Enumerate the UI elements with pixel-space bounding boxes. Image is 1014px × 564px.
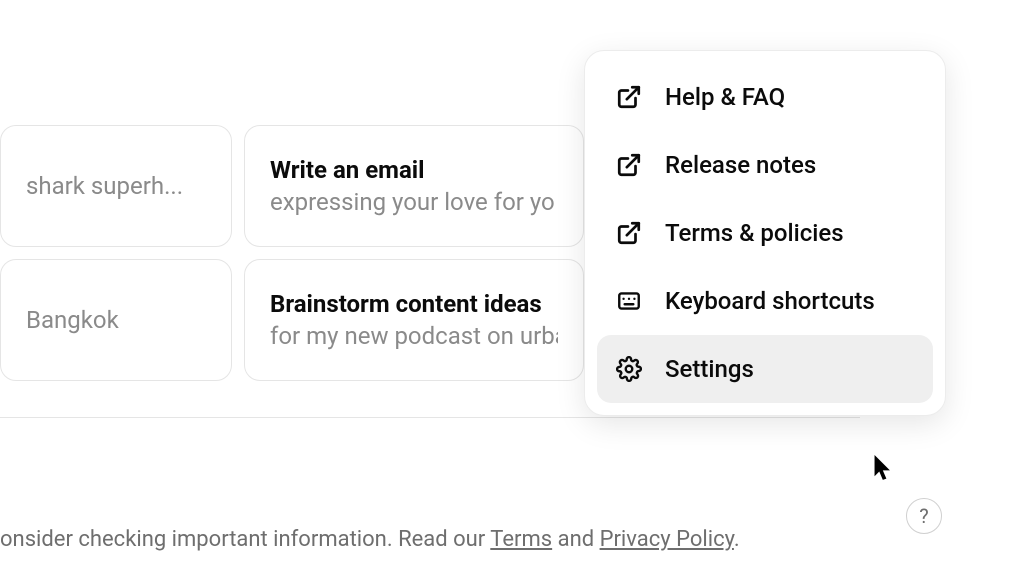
suggestion-title: Write an email [270,156,558,184]
footer-text: onsider checking important information. … [0,527,740,552]
cursor-icon [874,455,894,485]
privacy-policy-link[interactable]: Privacy Policy [600,527,734,552]
menu-item-help-faq[interactable]: Help & FAQ [597,63,933,131]
help-menu: Help & FAQ Release notes Terms & policie… [584,50,946,416]
menu-item-label: Help & FAQ [665,83,785,111]
suggestion-subtitle: expressing your love for yo [270,188,558,216]
suggestion-card[interactable]: Write an email expressing your love for … [244,125,584,247]
help-button-label: ? [919,504,928,528]
menu-item-release-notes[interactable]: Release notes [597,131,933,199]
terms-link[interactable]: Terms [490,527,552,552]
suggestion-card[interactable]: Bangkok [0,259,232,381]
gear-icon [615,355,643,383]
menu-item-settings[interactable]: Settings [597,335,933,403]
external-link-icon [615,83,643,111]
suggestion-card[interactable]: Brainstorm content ideas for my new podc… [244,259,584,381]
menu-item-label: Terms & policies [665,219,844,247]
menu-item-label: Keyboard shortcuts [665,287,875,315]
suggestion-subtitle: shark superh... [26,172,206,200]
external-link-icon [615,219,643,247]
menu-item-keyboard-shortcuts[interactable]: Keyboard shortcuts [597,267,933,335]
menu-item-label: Release notes [665,151,816,179]
suggestion-subtitle: for my new podcast on urba [270,322,558,350]
menu-item-terms-policies[interactable]: Terms & policies [597,199,933,267]
keyboard-icon [615,287,643,315]
suggestion-grid: shark superh... Write an email expressin… [0,125,584,381]
suggestion-title: Brainstorm content ideas [270,290,558,318]
suggestion-subtitle: Bangkok [26,306,206,334]
divider [0,417,860,418]
menu-item-label: Settings [665,355,754,383]
suggestion-card[interactable]: shark superh... [0,125,232,247]
help-button[interactable]: ? [906,498,942,534]
external-link-icon [615,151,643,179]
